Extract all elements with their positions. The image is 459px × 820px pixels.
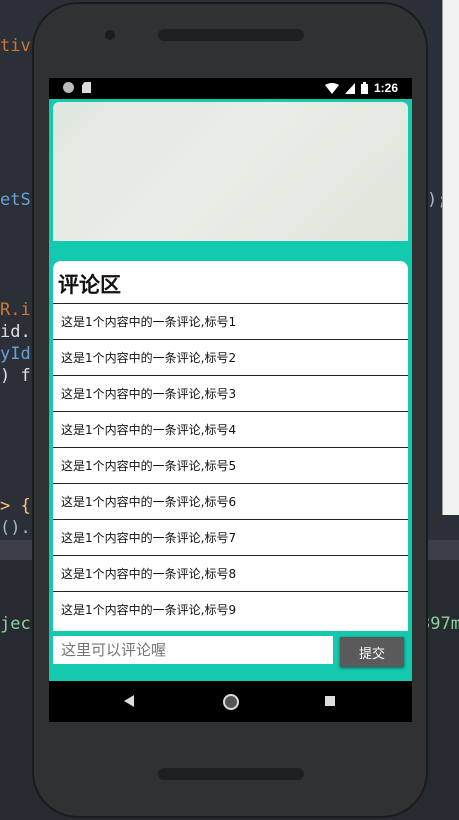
status-bar: 1:26 [49, 78, 412, 99]
comment-section: 评论区 这是1个内容中的一条评论,标号1 这是1个内容中的一条评论,标号2 这是… [53, 261, 408, 631]
code-fragment: id. [0, 322, 31, 342]
comment-text: 这是1个内容中的一条评论,标号2 [61, 351, 237, 365]
comment-text: 这是1个内容中的一条评论,标号9 [61, 603, 237, 617]
comment-item[interactable]: 这是1个内容中的一条评论,标号7 [53, 519, 408, 555]
comment-item[interactable]: 这是1个内容中的一条评论,标号8 [53, 555, 408, 591]
back-icon[interactable] [124, 695, 134, 707]
bottom-speaker [158, 768, 304, 780]
comment-item[interactable]: 这是1个内容中的一条评论,标号5 [53, 447, 408, 483]
code-fragment: ) f [0, 366, 31, 386]
battery-icon [360, 82, 368, 94]
sd-card-icon [82, 82, 91, 93]
signal-icon [344, 82, 355, 94]
submit-button[interactable]: 提交 [340, 637, 404, 667]
content-image [53, 102, 408, 241]
comment-input[interactable] [53, 636, 333, 664]
code-fragment: jec [0, 614, 31, 634]
comment-text: 这是1个内容中的一条评论,标号3 [61, 387, 237, 401]
comment-item[interactable]: 这是1个内容中的一条评论,标号6 [53, 483, 408, 519]
code-fragment: (). [0, 518, 31, 538]
code-fragment: R.i [0, 300, 31, 320]
code-fragment: etS [0, 190, 31, 210]
comment-text: 这是1个内容中的一条评论,标号1 [61, 315, 237, 329]
comment-text: 这是1个内容中的一条评论,标号4 [61, 423, 237, 437]
front-camera [105, 30, 115, 40]
notification-dot-icon [63, 82, 74, 93]
ide-side-panel [442, 0, 459, 515]
comment-text: 这是1个内容中的一条评论,标号5 [61, 459, 237, 473]
phone-screen: 1:26 评论区 这是1个内容中的一条评论,标号1 这是1个内容中的一条评论,标… [49, 78, 412, 722]
clock: 1:26 [373, 81, 398, 95]
comment-input-row: 提交 [49, 636, 412, 672]
comment-list[interactable]: 这是1个内容中的一条评论,标号1 这是1个内容中的一条评论,标号2 这是1个内容… [53, 303, 408, 627]
home-icon[interactable] [223, 694, 239, 710]
comment-text: 这是1个内容中的一条评论,标号7 [61, 531, 237, 545]
top-speaker [158, 29, 304, 41]
recent-apps-icon[interactable] [325, 696, 335, 706]
code-fragment: yId [0, 344, 31, 364]
code-fragment: > { [0, 496, 31, 516]
code-fragment: tiv [0, 36, 31, 56]
comment-text: 这是1个内容中的一条评论,标号8 [61, 567, 237, 581]
comment-text: 这是1个内容中的一条评论,标号6 [61, 495, 237, 509]
app-content: 评论区 这是1个内容中的一条评论,标号1 这是1个内容中的一条评论,标号2 这是… [49, 99, 412, 681]
comment-section-title: 评论区 [58, 273, 121, 297]
comment-item[interactable]: 这是1个内容中的一条评论,标号3 [53, 375, 408, 411]
comment-item[interactable]: 这是1个内容中的一条评论,标号1 [53, 303, 408, 339]
comment-item[interactable]: 这是1个内容中的一条评论,标号2 [53, 339, 408, 375]
comment-item[interactable]: 这是1个内容中的一条评论,标号4 [53, 411, 408, 447]
comment-item[interactable]: 这是1个内容中的一条评论,标号9 [53, 591, 408, 627]
navigation-bar [49, 681, 412, 722]
wifi-icon [324, 82, 339, 94]
